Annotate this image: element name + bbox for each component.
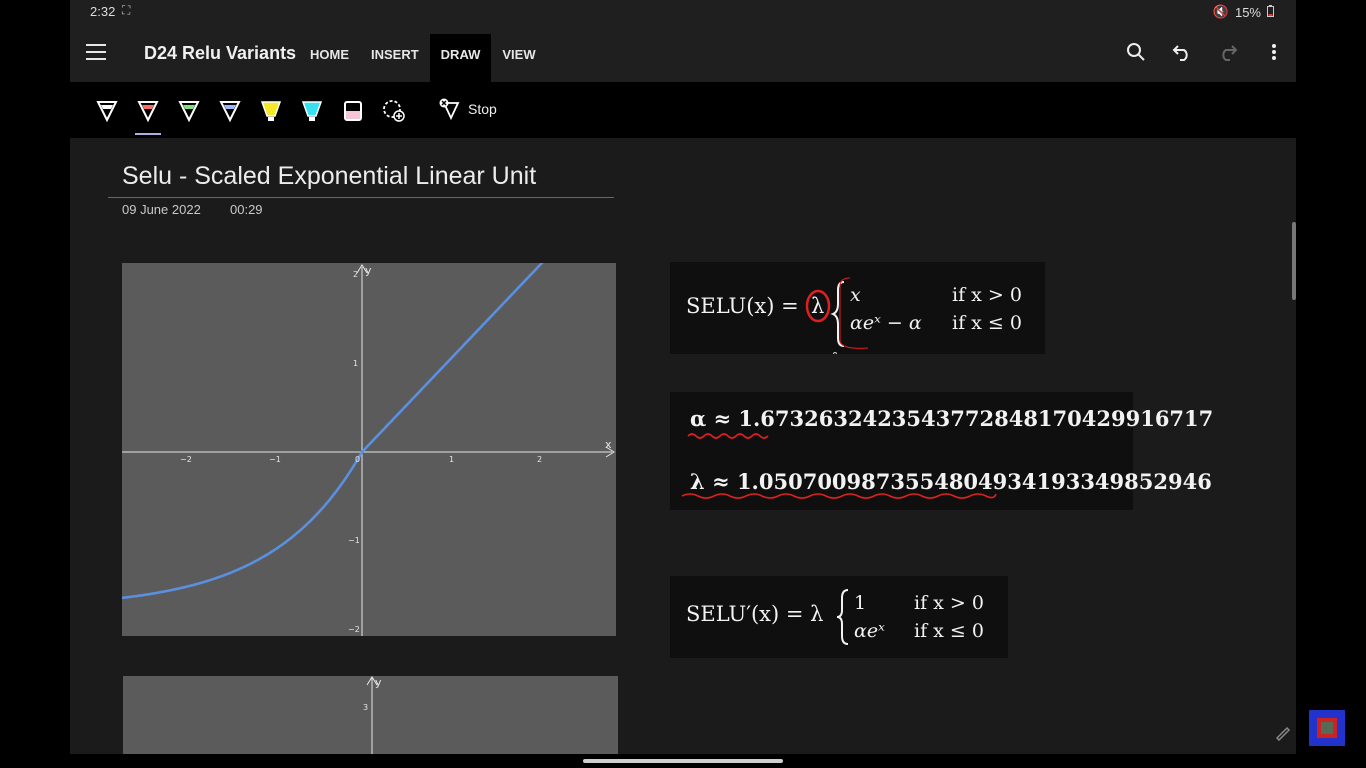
selu-graph-image[interactable]: x y −2 −1 0 1 2 2 1 −1 −2 [122, 263, 616, 636]
selu-lhs: SELU(x) = [686, 294, 799, 318]
eraser-icon[interactable] [340, 98, 366, 124]
more-vert-icon[interactable] [1262, 40, 1286, 64]
y-tick-neg2: −2 [348, 625, 360, 634]
hamburger-menu-icon[interactable] [86, 44, 106, 60]
battery-percent: 15% [1234, 4, 1261, 20]
y-axis-label: y [375, 676, 382, 689]
x-tick-0: 0 [355, 455, 360, 464]
page-date: 09 June 2022 [122, 202, 201, 217]
status-right: 🔇 15% [1213, 4, 1274, 20]
page-title[interactable]: Selu - Scaled Exponential Linear Unit [122, 162, 536, 191]
case2-expression: αeˣ − α [850, 312, 922, 334]
y-tick-3: 3 [363, 703, 368, 712]
derivative-brace [836, 589, 849, 645]
selu-derivative-graph-image[interactable]: y 3 [123, 676, 618, 754]
status-bar: 2:32 ⛶ 🔇 15% [70, 0, 1296, 24]
derivative-case1-condition: if x > 0 [914, 592, 984, 614]
derivative-case2-expression: αeˣ [854, 620, 885, 642]
stop-pen-icon [439, 98, 460, 120]
x-tick-1: 1 [449, 455, 454, 464]
selu-derivative-formula-image[interactable]: SELU′(x) = λ 1 if x > 0 αeˣ if x ≤ 0 [670, 576, 1008, 658]
tab-home[interactable]: HOME [299, 34, 360, 82]
y-tick-2: 2 [353, 270, 358, 279]
x-tick-neg2: −2 [180, 455, 192, 464]
pencil-icon[interactable] [1274, 723, 1292, 746]
vertical-scrollbar[interactable] [1292, 222, 1296, 300]
selu-formula-image[interactable]: SELU(x) = λ x if x > 0 αeˣ − α if x ≤ 0 [670, 262, 1045, 354]
selu-derivative-lhs: SELU′(x) = λ [686, 602, 824, 626]
tab-insert[interactable]: INSERT [360, 34, 430, 82]
floating-thumbnail[interactable] [1309, 710, 1345, 746]
ribbon-tabs: HOME INSERT DRAW VIEW [299, 34, 547, 82]
derivative-case1-expression: 1 [854, 592, 867, 614]
draw-toolbar: Stop [70, 82, 1296, 138]
red-circle-annotation [805, 289, 831, 323]
x-tick-2: 2 [537, 455, 542, 464]
redo-icon[interactable] [1216, 40, 1240, 64]
x-tick-neg1: −1 [269, 455, 281, 464]
title-divider [108, 197, 614, 198]
y-tick-1: 1 [353, 359, 358, 368]
page-time: 00:29 [230, 202, 263, 217]
pen-white-icon[interactable] [94, 98, 120, 124]
screen-capture-icon: ⛶ [122, 3, 131, 17]
y-axis-label: y [365, 264, 372, 277]
mute-icon: 🔇 [1212, 4, 1229, 19]
pen-blue-icon[interactable] [217, 98, 243, 124]
selu-curve [122, 263, 544, 600]
app-actions [1124, 40, 1286, 64]
home-indicator[interactable] [583, 759, 783, 763]
selu-constants-image[interactable]: α ≈ 1.6732632423543772848170429916717 λ … [670, 392, 1213, 510]
search-icon[interactable] [1124, 40, 1148, 64]
x-axis-label: x [605, 438, 612, 451]
case1-condition: if x > 0 [952, 284, 1022, 306]
pen-green-icon[interactable] [176, 98, 202, 124]
highlighter-yellow-icon[interactable] [258, 98, 284, 124]
status-time: 2:32 [90, 4, 116, 19]
note-page[interactable]: Selu - Scaled Exponential Linear Unit 09… [70, 138, 1296, 754]
battery-icon [1267, 4, 1274, 20]
lasso-select-icon[interactable] [381, 98, 407, 124]
pen-red-icon[interactable] [135, 98, 161, 135]
derivative-case2-condition: if x ≤ 0 [914, 620, 984, 642]
undo-icon[interactable] [1170, 40, 1194, 64]
stop-inking-button[interactable]: Stop [438, 98, 497, 120]
case2-condition: if x ≤ 0 [952, 312, 1022, 334]
app-bar: D24 Relu Variants HOME INSERT DRAW VIEW [70, 24, 1296, 82]
selu-graph-svg: x y −2 −1 0 1 2 2 1 −1 −2 [122, 263, 615, 636]
stop-label: Stop [468, 101, 497, 117]
case1-expression: x [850, 284, 861, 306]
notebook-title: D24 Relu Variants [144, 43, 297, 63]
tab-draw[interactable]: DRAW [429, 34, 492, 82]
derivative-graph-svg: y 3 [363, 676, 382, 754]
red-underline-annotations [681, 433, 997, 499]
highlighter-cyan-icon[interactable] [299, 98, 325, 124]
tab-view[interactable]: VIEW [491, 34, 546, 82]
y-tick-neg1: −1 [348, 536, 360, 545]
